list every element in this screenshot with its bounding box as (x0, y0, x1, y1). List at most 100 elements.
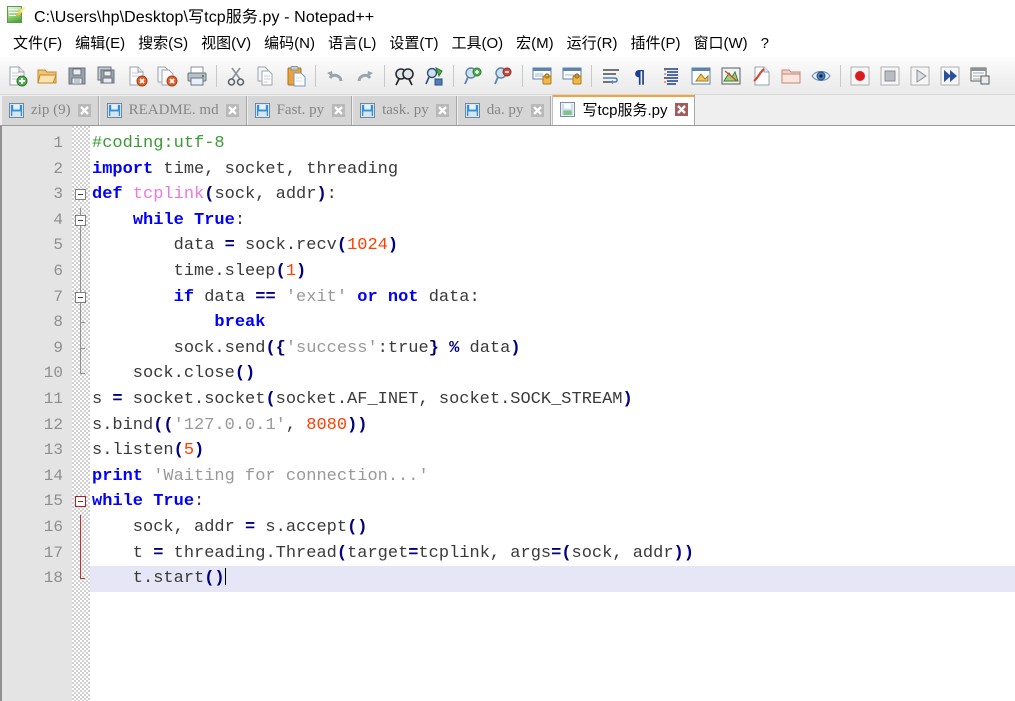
floppy-icon (560, 102, 576, 117)
menu-language[interactable]: 语言(L) (322, 33, 383, 55)
code-editor[interactable]: 1 2 3 4 5 6 7 8 9 10 11 12 13 14 15 16 1… (0, 126, 1015, 701)
code-token: ( (204, 185, 215, 205)
code-token: : (234, 210, 246, 230)
fold-marker-line-7[interactable] (72, 284, 90, 311)
code-line-9[interactable]: sock.send({'success':true} % data) (90, 336, 1015, 362)
menu-encoding[interactable]: 编码(N) (258, 33, 322, 55)
undo-icon[interactable] (321, 62, 349, 90)
code-line-14[interactable]: print 'Waiting for connection...' (90, 464, 1015, 490)
close-icon[interactable] (78, 104, 92, 118)
code-line-6[interactable]: time.sleep(1) (90, 259, 1015, 285)
sync-vertical-scroll-icon[interactable] (528, 62, 556, 90)
save-macro-icon[interactable] (966, 62, 994, 90)
menu-file[interactable]: 文件(F) (7, 33, 69, 55)
menu-help[interactable]: ? (755, 33, 776, 55)
redo-icon[interactable] (351, 62, 379, 90)
line-number: 11 (43, 389, 63, 408)
tab-task-py[interactable]: task. py (353, 96, 457, 125)
line-number: 8 (53, 313, 63, 332)
close-file-icon[interactable] (123, 62, 151, 90)
menu-settings[interactable]: 设置(T) (383, 33, 445, 55)
code-line-1[interactable]: #coding:utf-8 (90, 131, 1015, 157)
tab-da-py[interactable]: da. py (457, 96, 552, 125)
cut-icon[interactable] (222, 62, 250, 90)
code-line-16[interactable]: sock, addr = s.accept() (90, 515, 1015, 541)
folder-as-workspace-icon[interactable] (777, 62, 805, 90)
tab-zip[interactable]: zip (9) (2, 96, 99, 125)
zoom-out-icon[interactable] (489, 62, 517, 90)
copy-icon[interactable] (252, 62, 280, 90)
code-line-13[interactable]: s.listen(5) (90, 438, 1015, 464)
code-token: sock.send (92, 338, 266, 358)
menu-search[interactable]: 搜索(S) (132, 33, 195, 55)
code-line-5[interactable]: data = sock.recv(1024) (90, 233, 1015, 259)
code-token: data (92, 236, 225, 256)
indent-guide-icon[interactable] (657, 62, 685, 90)
document-map-icon[interactable] (717, 62, 745, 90)
menu-plugins[interactable]: 插件(P) (624, 33, 687, 55)
close-icon[interactable] (530, 104, 544, 118)
sync-horizontal-scroll-icon[interactable] (558, 62, 586, 90)
menu-tools[interactable]: 工具(O) (445, 33, 510, 55)
save-all-icon[interactable] (93, 62, 121, 90)
close-icon[interactable] (436, 104, 450, 118)
code-line-11[interactable]: s = socket.socket(socket.AF_INET, socket… (90, 387, 1015, 413)
function-list-icon[interactable] (747, 62, 775, 90)
menu-run[interactable]: 运行(R) (561, 33, 625, 55)
line-number: 16 (43, 517, 63, 536)
find-icon[interactable] (390, 62, 418, 90)
code-token: 'exit' (285, 287, 348, 307)
code-token: :true (377, 338, 429, 358)
code-line-2[interactable]: import time, socket, threading (90, 157, 1015, 183)
tab-xie-tcp-fuwu-py[interactable]: 写tcp服务.py (552, 95, 696, 125)
menu-macro[interactable]: 宏(M) (510, 33, 561, 55)
user-defined-language-icon[interactable] (687, 62, 715, 90)
code-token: } (428, 338, 439, 358)
play-macro-icon[interactable] (906, 62, 934, 90)
paste-icon[interactable] (282, 62, 310, 90)
close-icon[interactable] (331, 104, 345, 118)
code-token: socket.AF_INET, socket.SOCK_STREAM (275, 389, 623, 409)
code-line-12[interactable]: s.bind(('127.0.0.1', 8080)) (90, 413, 1015, 439)
code-line-7[interactable]: if data == 'exit' or not data: (90, 285, 1015, 311)
menu-view[interactable]: 视图(V) (195, 33, 258, 55)
fold-marker-line-15[interactable] (72, 489, 90, 515)
preview-icon[interactable] (807, 62, 835, 90)
code-line-17[interactable]: t = threading.Thread(target=tcplink, arg… (90, 541, 1015, 567)
code-line-15[interactable]: while True: (90, 489, 1015, 515)
stop-macro-icon[interactable] (876, 62, 904, 90)
fold-row (72, 131, 90, 157)
code-line-8[interactable]: break (90, 310, 1015, 336)
code-token: def (92, 185, 123, 205)
menu-edit[interactable]: 编辑(E) (69, 33, 132, 55)
new-file-icon[interactable] (3, 62, 31, 90)
code-token: () (204, 569, 225, 589)
code-text-area[interactable]: #coding:utf-8 import time, socket, threa… (90, 126, 1015, 701)
code-token: import (92, 159, 154, 179)
close-all-files-icon[interactable] (153, 62, 181, 90)
zoom-in-icon[interactable] (459, 62, 487, 90)
print-icon[interactable] (183, 62, 211, 90)
word-wrap-icon[interactable] (597, 62, 625, 90)
menu-window[interactable]: 窗口(W) (687, 33, 754, 55)
fold-marker-line-4[interactable] (72, 207, 90, 234)
replace-icon[interactable] (420, 62, 448, 90)
open-file-icon[interactable] (33, 62, 61, 90)
code-line-18[interactable]: t.start() (90, 566, 1015, 592)
code-line-4[interactable]: while True: (90, 208, 1015, 234)
run-macro-multiple-icon[interactable] (936, 62, 964, 90)
record-macro-icon[interactable] (846, 62, 874, 90)
tab-fast-py[interactable]: Fast. py (247, 96, 353, 125)
fold-marker-line-3[interactable] (72, 182, 90, 208)
toolbar-separator-3 (384, 64, 385, 87)
close-icon[interactable] (674, 103, 688, 117)
code-line-10[interactable]: sock.close() (90, 361, 1015, 387)
show-all-characters-icon[interactable]: ¶ (627, 62, 655, 90)
code-line-3[interactable]: def tcplink(sock, addr): (90, 182, 1015, 208)
fold-margin[interactable] (72, 126, 90, 701)
save-icon[interactable] (63, 62, 91, 90)
tab-readme-md[interactable]: README. md (99, 96, 247, 125)
close-icon[interactable] (226, 104, 240, 118)
